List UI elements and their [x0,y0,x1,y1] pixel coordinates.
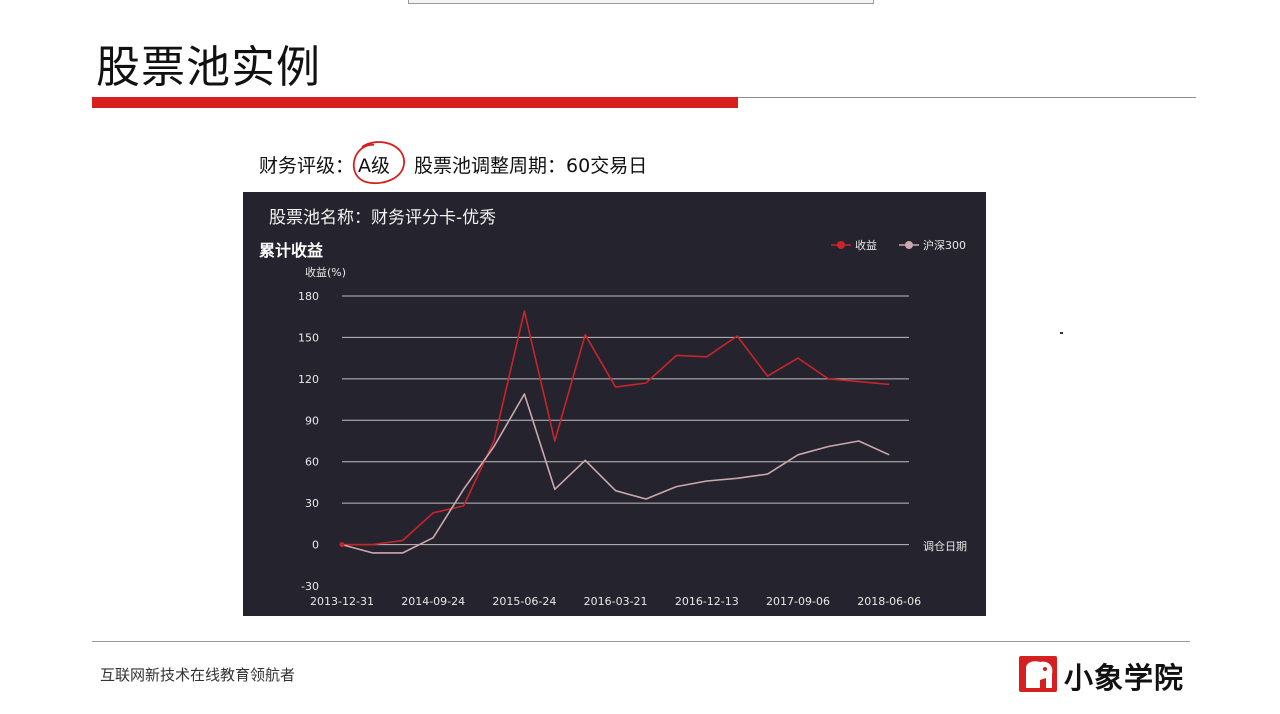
slide-title: 股票池实例 [96,42,321,93]
legend-marker [837,241,845,249]
subtitle-line: 财务评级： A级 股票池调整周期：60交易日 [259,141,648,185]
y-tick-label: 90 [305,414,319,427]
legend-label: 沪深300 [923,238,966,252]
x-tick-label: 2015-06-24 [492,595,556,608]
x-tick-label: 2013-12-31 [310,595,374,608]
y-tick-label: 30 [305,497,319,510]
series-line-hs300 [341,393,890,554]
x-axis-label: 调仓日期 [923,539,967,553]
legend-label: 收益 [855,238,877,252]
x-tick-label: 2016-12-13 [675,595,739,608]
stray-mark [1060,332,1063,334]
start-point-marker [339,542,345,548]
y-axis-label: 收益(%) [305,265,346,279]
rating-label: 财务评级： [259,155,355,177]
rating-value: A级 [352,141,405,185]
logo-text: 小象学院 [1064,661,1185,695]
y-tick-label: 180 [298,290,319,303]
x-tick-label: 2014-09-24 [401,595,465,608]
elephant-logo-icon [1019,656,1057,692]
y-tick-label: 120 [298,373,319,386]
y-tick-label: -30 [301,580,319,593]
x-tick-label: 2018-06-06 [857,595,921,608]
chart-panel: 股票池名称：财务评分卡-优秀 累计收益 收益(%) -30 0 30 60 90 120 15… [243,192,986,616]
cumulative-return-chart: 收益(%) -30 0 30 60 90 120 150 180 调仓日期 2013-12-31 20… [298,238,967,608]
footer-divider [92,641,1190,642]
x-tick-label: 2016-03-21 [584,595,648,608]
period-label: 股票池调整周期：60交易日 [414,155,648,177]
rating-value-text: A级 [358,155,391,177]
series-line-return [342,310,890,546]
legend-marker [905,241,913,249]
y-tick-label: 60 [305,456,319,469]
y-tick-label: 150 [298,331,319,344]
footer-slogan: 互联网新技术在线教育领航者 [100,666,296,684]
window-top-edge [408,0,874,4]
logo: 小象学院 [1018,654,1198,696]
x-tick-label: 2017-09-06 [766,595,830,608]
y-tick-label: 0 [312,539,319,552]
title-accent-bar [92,97,738,108]
